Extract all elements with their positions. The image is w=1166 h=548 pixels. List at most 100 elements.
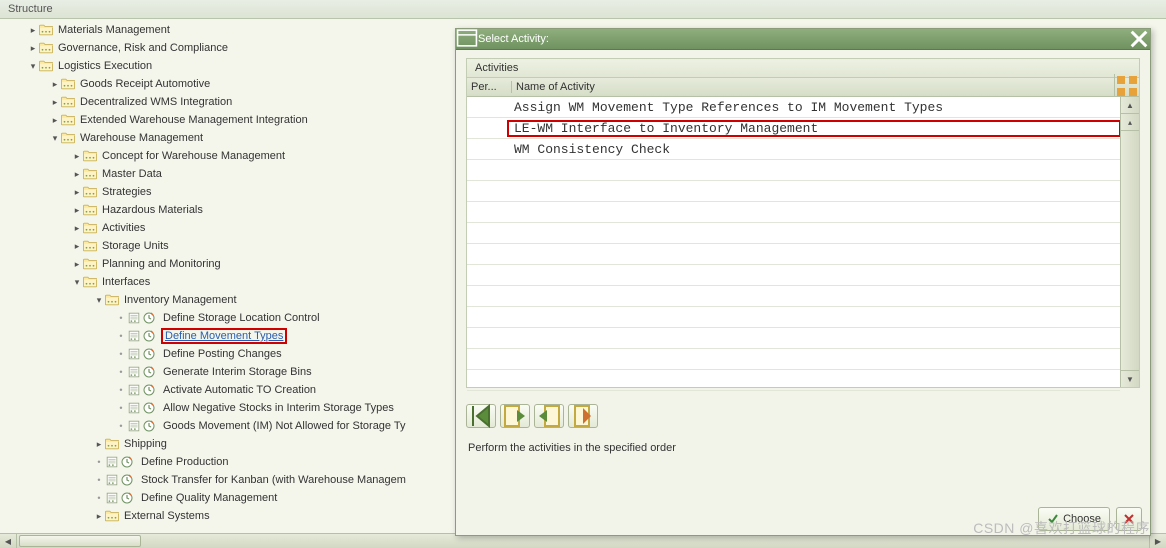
activity-row[interactable]: Assign WM Movement Type References to IM… — [467, 97, 1120, 118]
activity-row-empty[interactable] — [467, 370, 1120, 391]
expand-icon[interactable]: ▸ — [94, 511, 104, 522]
activity-clock-icon — [142, 329, 156, 343]
activity-clock-icon — [142, 383, 156, 397]
expand-icon[interactable]: ▸ — [72, 241, 82, 252]
collapse-icon[interactable]: ▾ — [28, 61, 38, 72]
cancel-button[interactable] — [1116, 507, 1142, 531]
tree-node-label: Warehouse Management — [76, 132, 203, 144]
activity-row-empty[interactable] — [467, 244, 1120, 265]
expand-icon[interactable]: ▸ — [28, 43, 38, 54]
scroll-top-icon[interactable]: ▴ — [1121, 114, 1139, 131]
document-icon — [126, 329, 142, 343]
leaf-icon: • — [116, 331, 126, 341]
activity-row[interactable]: WM Consistency Check — [467, 139, 1120, 160]
folder-icon — [104, 437, 120, 451]
tree-node-label: Planning and Monitoring — [98, 258, 221, 270]
expand-icon[interactable]: ▸ — [28, 25, 38, 36]
dialog-icon — [456, 27, 478, 52]
scroll-down-icon[interactable]: ▼ — [1121, 370, 1139, 387]
document-icon — [126, 401, 142, 415]
activity-row-empty[interactable] — [467, 286, 1120, 307]
activity-clock-icon — [120, 473, 134, 487]
grid-header: Per... Name of Activity — [467, 78, 1139, 97]
expand-icon[interactable]: ▸ — [50, 97, 60, 108]
select-activity-dialog: Select Activity: Activities Per... Name … — [455, 28, 1151, 536]
activity-row-empty[interactable] — [467, 328, 1120, 349]
collapse-icon[interactable]: ▾ — [94, 295, 104, 306]
document-icon — [126, 347, 142, 361]
collapse-icon[interactable]: ▾ — [72, 277, 82, 288]
last-page-button[interactable] — [568, 404, 598, 428]
folder-icon — [82, 185, 98, 199]
grid-vertical-scrollbar[interactable]: ▲ ▴ ▼ — [1120, 97, 1139, 387]
document-icon — [104, 491, 120, 505]
collapse-icon[interactable]: ▾ — [50, 133, 60, 144]
expand-icon[interactable]: ▸ — [94, 439, 104, 450]
tree-node-label: Shipping — [120, 438, 167, 450]
leaf-icon: • — [116, 349, 126, 359]
expand-icon[interactable]: ▸ — [72, 169, 82, 180]
document-icon — [104, 473, 120, 487]
tree-node-label: Concept for Warehouse Management — [98, 150, 285, 162]
column-performed[interactable]: Per... — [467, 81, 512, 93]
column-name[interactable]: Name of Activity — [512, 81, 1114, 93]
expand-icon[interactable]: ▸ — [72, 205, 82, 216]
leaf-icon: • — [94, 493, 104, 503]
activity-row-empty[interactable] — [467, 181, 1120, 202]
activity-row[interactable]: LE-WM Interface to Inventory Management — [467, 118, 1120, 139]
scroll-right-icon[interactable]: ▶ — [1149, 534, 1166, 548]
tree-node-label: Governance, Risk and Compliance — [54, 42, 228, 54]
activity-clock-icon — [120, 455, 134, 469]
document-icon — [126, 365, 142, 379]
scroll-left-icon[interactable]: ◀ — [0, 534, 17, 548]
activities-group-title: Activities — [467, 59, 1139, 78]
folder-icon — [82, 167, 98, 181]
prev-page-button[interactable] — [500, 404, 530, 428]
scroll-thumb[interactable] — [19, 535, 141, 547]
activity-row-empty[interactable] — [467, 223, 1120, 244]
tree-node-label: Define Movement Types — [159, 330, 287, 342]
expand-icon[interactable]: ▸ — [72, 223, 82, 234]
leaf-icon: • — [116, 403, 126, 413]
tree-node-label: Materials Management — [54, 24, 170, 36]
tree-node-label: Activate Automatic TO Creation — [159, 384, 316, 396]
activity-row-empty[interactable] — [467, 265, 1120, 286]
expand-icon[interactable]: ▸ — [50, 79, 60, 90]
activity-name: WM Consistency Check — [508, 142, 1120, 157]
activity-clock-icon — [142, 311, 156, 325]
folder-icon — [82, 239, 98, 253]
activity-row-empty[interactable] — [467, 202, 1120, 223]
scroll-up-icon[interactable]: ▲ — [1121, 97, 1139, 114]
folder-icon — [104, 509, 120, 523]
expand-icon[interactable]: ▸ — [72, 187, 82, 198]
activities-grid[interactable]: Assign WM Movement Type References to IM… — [467, 97, 1120, 387]
tree-node-label: Define Storage Location Control — [159, 312, 320, 324]
activity-row-empty[interactable] — [467, 307, 1120, 328]
document-icon — [126, 419, 142, 433]
document-icon — [126, 383, 142, 397]
expand-icon[interactable]: ▸ — [72, 151, 82, 162]
next-page-button[interactable] — [534, 404, 564, 428]
dialog-hint: Perform the activities in the specified … — [466, 438, 1140, 458]
folder-icon — [82, 203, 98, 217]
close-icon[interactable] — [1128, 30, 1150, 48]
tree-node-label: Goods Receipt Automotive — [76, 78, 210, 90]
tree-node-label: Define Posting Changes — [159, 348, 282, 360]
expand-icon[interactable]: ▸ — [72, 259, 82, 270]
tree-node-label: Hazardous Materials — [98, 204, 203, 216]
dialog-title: Select Activity: — [478, 33, 1128, 45]
first-page-button[interactable] — [466, 404, 496, 428]
activity-row-empty[interactable] — [467, 349, 1120, 370]
tree-node-label: Allow Negative Stocks in Interim Storage… — [159, 402, 394, 414]
activity-name: LE-WM Interface to Inventory Management — [508, 121, 1120, 136]
activity-clock-icon — [120, 491, 134, 505]
expand-icon[interactable]: ▸ — [50, 115, 60, 126]
choose-button[interactable]: Choose — [1038, 507, 1110, 531]
tree-node-label: Define Production — [137, 456, 228, 468]
tree-node-label: Stock Transfer for Kanban (with Warehous… — [137, 474, 406, 486]
panel-title: Structure — [0, 0, 1166, 19]
leaf-icon: • — [116, 367, 126, 377]
activity-clock-icon — [142, 419, 156, 433]
tree-node-label: External Systems — [120, 510, 210, 522]
activity-row-empty[interactable] — [467, 160, 1120, 181]
